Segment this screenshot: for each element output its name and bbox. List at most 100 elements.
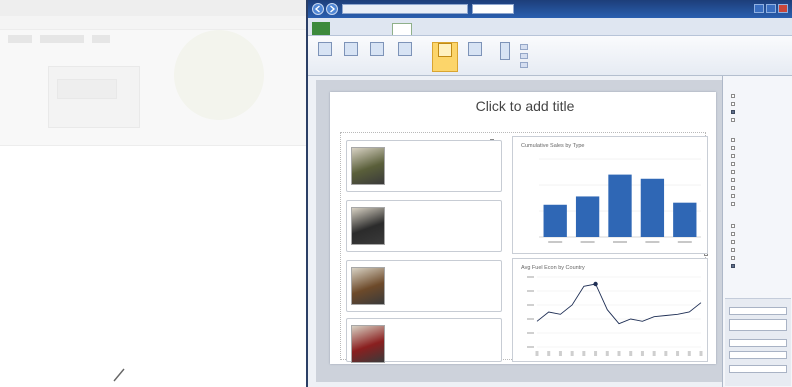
option-dropdown[interactable] (729, 365, 787, 373)
x-tick-label (535, 351, 539, 356)
option-textbox[interactable] (729, 319, 787, 331)
bar-chart-panel[interactable]: Cumulative Sales by Type (512, 136, 708, 254)
bar (640, 178, 665, 237)
x-tick-label (547, 351, 551, 356)
car-card[interactable] (346, 200, 502, 252)
y-tick-label (527, 290, 534, 292)
ribbon-button[interactable] (494, 42, 516, 72)
filter-option[interactable] (731, 186, 738, 191)
close-icon[interactable] (778, 4, 788, 13)
background-dialog-field (57, 79, 117, 99)
bar-chart-title: Cumulative Sales by Type (521, 143, 585, 149)
background-titlebar (0, 0, 306, 16)
filter-option[interactable] (731, 118, 738, 123)
ribbon-button[interactable] (464, 42, 486, 72)
ribbon-small-button[interactable] (520, 44, 528, 50)
car-card[interactable] (346, 140, 502, 192)
ribbon-small-button[interactable] (520, 62, 528, 68)
bar (608, 174, 632, 237)
slide-title-placeholder[interactable]: Click to add title (430, 98, 620, 116)
bar (543, 204, 567, 237)
car-photo (351, 267, 385, 305)
ribbon (308, 36, 792, 76)
x-tick-label (580, 241, 595, 243)
x-tick-label (699, 351, 703, 356)
filter-option[interactable] (731, 256, 738, 261)
line-chart-title: Avg Fuel Econ by Country (521, 265, 585, 271)
background-toolbar (0, 16, 306, 43)
filter-option[interactable] (731, 248, 738, 253)
y-tick-label (527, 346, 534, 348)
ribbon-button[interactable] (314, 42, 336, 72)
ribbon-tab-design[interactable] (392, 23, 412, 35)
car-card[interactable] (346, 260, 502, 312)
filter-option[interactable] (731, 240, 738, 245)
filter-option[interactable] (731, 110, 738, 115)
filter-option[interactable] (731, 232, 738, 237)
minimize-icon[interactable] (754, 4, 764, 13)
y-tick-label (527, 304, 534, 306)
ribbon-tab[interactable] (372, 23, 390, 35)
ribbon-small-button[interactable] (520, 53, 528, 59)
x-tick-label (594, 351, 598, 356)
filter-option[interactable] (731, 170, 738, 175)
app-window: Click to add title Cumulative Sales by T… (306, 0, 792, 387)
x-tick-label (548, 241, 563, 243)
ribbon-tab[interactable] (352, 23, 370, 35)
background-dialog (48, 66, 140, 128)
filter-option[interactable] (731, 264, 738, 269)
file-tab[interactable] (312, 22, 330, 35)
ribbon-tab[interactable] (334, 23, 350, 35)
ribbon-tab-row (308, 18, 792, 36)
x-tick-label (617, 351, 621, 356)
bar (673, 202, 697, 237)
task-pane-options (725, 298, 791, 386)
car-photo (351, 147, 385, 185)
x-tick-label (677, 241, 692, 243)
x-tick-label (558, 351, 562, 356)
x-tick-label (652, 351, 656, 356)
filter-option[interactable] (731, 154, 738, 159)
x-tick-label (629, 351, 633, 356)
ribbon-tab[interactable] (414, 23, 434, 35)
filter-option[interactable] (731, 102, 738, 107)
x-tick-label (640, 351, 644, 356)
x-tick-label (664, 351, 668, 356)
background-tab (8, 35, 32, 43)
x-tick-label (570, 351, 574, 356)
address-bar[interactable] (342, 4, 468, 14)
background-tab (92, 35, 110, 43)
x-tick-label (613, 241, 627, 243)
filter-option[interactable] (731, 146, 738, 151)
ribbon-button-selected[interactable] (432, 42, 458, 72)
forward-icon[interactable] (326, 3, 338, 15)
option-field[interactable] (729, 307, 787, 315)
x-tick-label (605, 351, 609, 356)
filter-option[interactable] (731, 202, 738, 207)
filter-option[interactable] (731, 224, 738, 229)
bar (575, 196, 600, 237)
option-field[interactable] (729, 339, 787, 347)
filter-option[interactable] (731, 94, 738, 99)
x-tick-label (645, 241, 660, 243)
search-box[interactable] (472, 4, 514, 14)
x-tick-label (582, 351, 586, 356)
back-icon[interactable] (312, 3, 324, 15)
line-chart (527, 276, 703, 356)
filter-option[interactable] (731, 194, 738, 199)
series-line (536, 283, 702, 325)
option-dropdown[interactable] (729, 351, 787, 359)
line-chart-panel[interactable]: Avg Fuel Econ by Country (512, 258, 708, 362)
maximize-icon[interactable] (766, 4, 776, 13)
filter-option[interactable] (731, 138, 738, 143)
car-photo (351, 325, 385, 363)
filter-option[interactable] (731, 162, 738, 167)
y-tick-label (527, 318, 534, 320)
filter-option[interactable] (731, 178, 738, 183)
ribbon-button[interactable] (340, 42, 362, 72)
ribbon-button[interactable] (366, 42, 388, 72)
ribbon-button[interactable] (394, 42, 416, 72)
slide[interactable]: Click to add title Cumulative Sales by T… (330, 92, 716, 364)
x-tick-label (676, 351, 680, 356)
car-card[interactable] (346, 318, 502, 363)
